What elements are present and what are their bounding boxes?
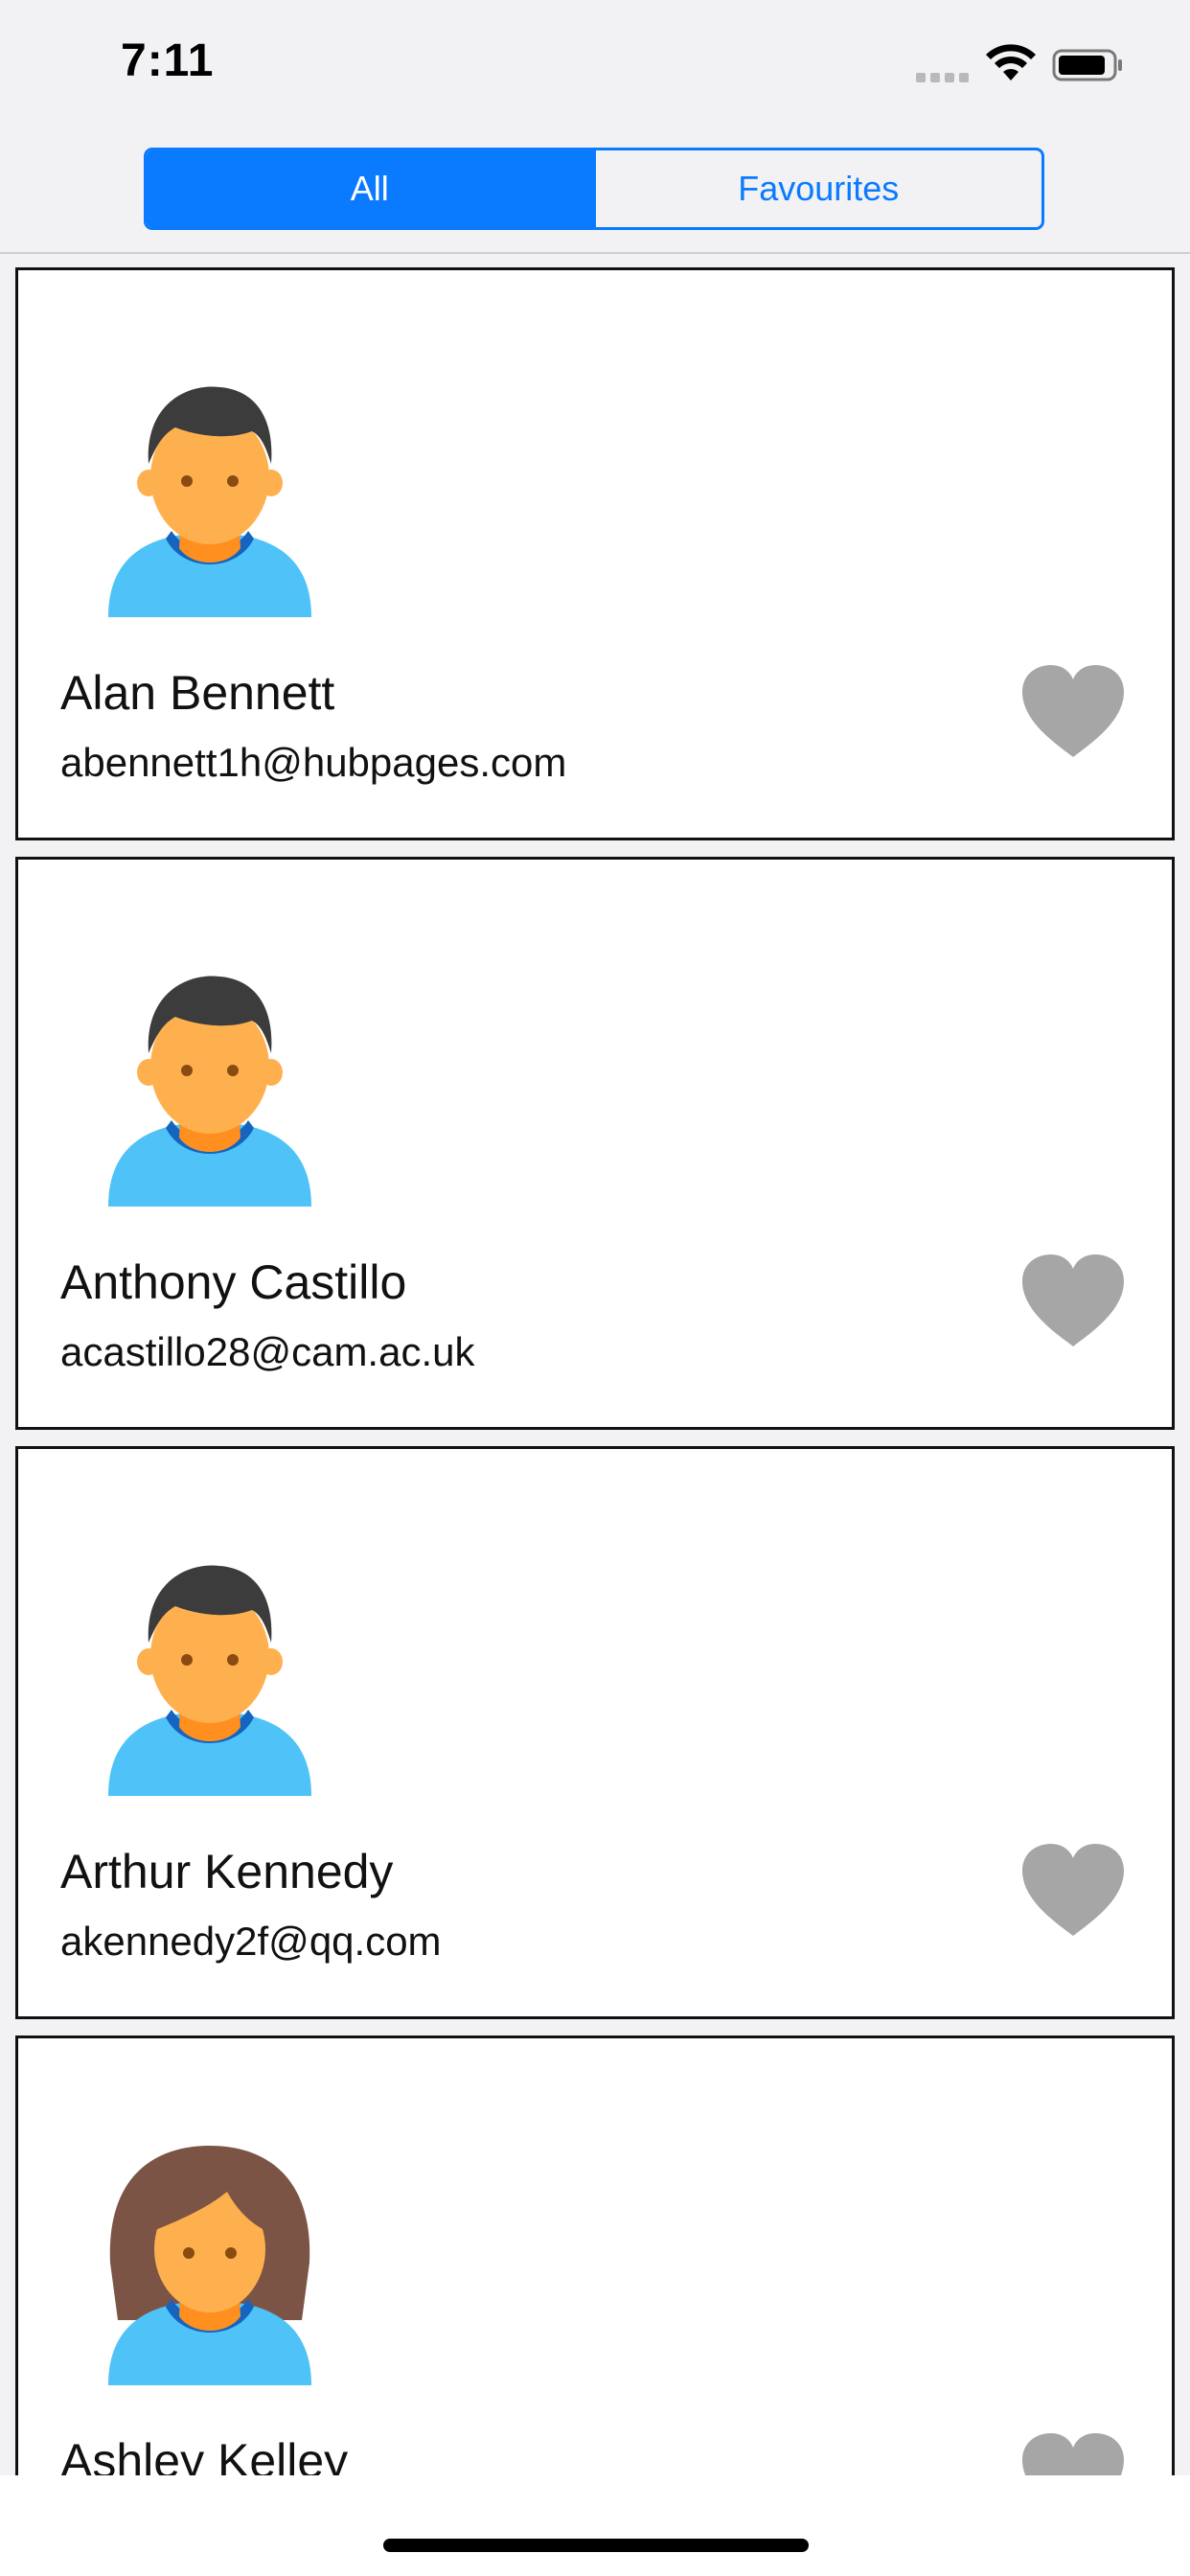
contact-card[interactable]: Anthony Castillo acastillo28@cam.ac.uk [15, 857, 1175, 1430]
segment-all[interactable]: All [147, 150, 593, 227]
contacts-screen: 7:11 All Favourites Alan Bennett abennet… [0, 0, 1190, 2576]
contact-name: Anthony Castillo [60, 1255, 407, 1309]
contact-name: Ashley Kelley [60, 2434, 349, 2475]
male-avatar-icon [108, 386, 311, 617]
status-time: 7:11 [121, 35, 215, 86]
home-indicator-area [0, 2475, 1190, 2576]
contact-email: acastillo28@cam.ac.uk [60, 1329, 475, 1374]
segment-favourites[interactable]: Favourites [592, 150, 1042, 227]
favourite-heart-icon[interactable] [1020, 663, 1126, 759]
favourite-heart-icon[interactable] [1020, 1253, 1126, 1348]
status-bar: 7:11 [0, 0, 1190, 126]
contact-card[interactable]: Alan Bennett abennett1h@hubpages.com [15, 267, 1175, 840]
battery-icon [1052, 49, 1122, 81]
contact-card[interactable]: Ashley Kelley [15, 2036, 1175, 2475]
favourite-heart-icon[interactable] [1020, 1842, 1126, 1938]
favourite-heart-icon[interactable] [1020, 2431, 1126, 2475]
contact-name: Arthur Kennedy [60, 1845, 394, 1898]
cellular-signal-icon [916, 73, 973, 82]
contact-card[interactable]: Arthur Kennedy akennedy2f@qq.com [15, 1446, 1175, 2019]
filter-segmented-control: All Favourites [144, 148, 1044, 230]
male-avatar-icon [108, 1565, 311, 1796]
female-avatar-icon [108, 2146, 311, 2385]
contacts-list[interactable]: Alan Bennett abennett1h@hubpages.com Ant… [0, 254, 1190, 2475]
contact-name: Alan Bennett [60, 666, 335, 720]
male-avatar-icon [108, 976, 311, 1207]
contact-email: abennett1h@hubpages.com [60, 740, 567, 785]
contact-email: akennedy2f@qq.com [60, 1919, 442, 1964]
home-indicator[interactable] [383, 2539, 809, 2552]
wifi-icon [986, 44, 1036, 80]
